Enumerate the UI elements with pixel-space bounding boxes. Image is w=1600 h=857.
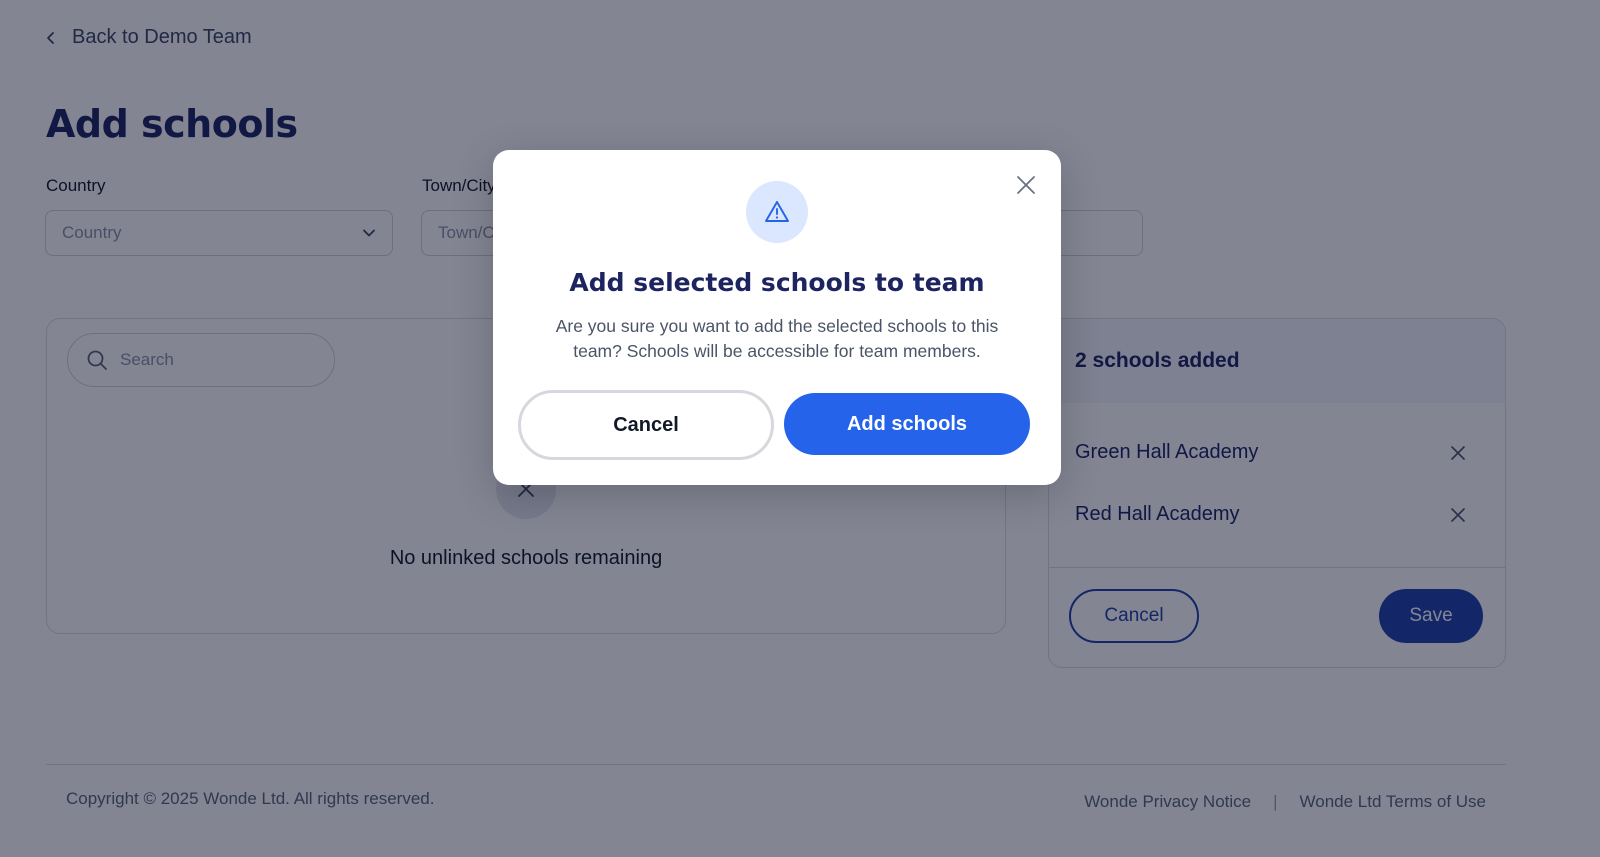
close-icon[interactable] — [1015, 174, 1037, 196]
dialog-message: Are you sure you want to add the selecte… — [555, 316, 999, 361]
add-schools-button[interactable]: Add schools — [784, 393, 1030, 455]
warning-icon-badge — [746, 181, 808, 243]
cancel-button[interactable]: Cancel — [518, 390, 774, 460]
confirm-dialog: Add selected schools to team Are you sur… — [493, 150, 1061, 485]
warning-icon — [765, 201, 789, 222]
dialog-title: Add selected schools to team — [569, 268, 985, 297]
